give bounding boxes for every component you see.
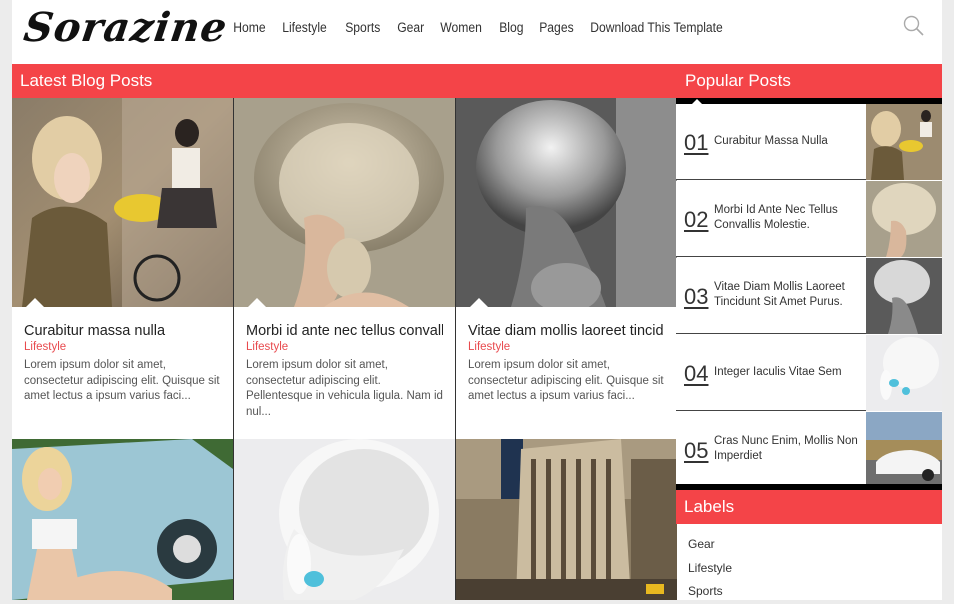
post-body: Morbi id ante nec tellus convalli… Lifes… [234, 307, 455, 439]
popular-thumbnail[interactable] [866, 181, 942, 257]
popular-title[interactable]: Cras Nunc Enim, Mollis Non Imperdiet [714, 434, 864, 464]
column-divider [455, 98, 456, 600]
card-notch [248, 298, 266, 307]
search-icon[interactable] [902, 14, 926, 38]
post-excerpt: Lorem ipsum dolor sit amet, consectetur … [24, 359, 220, 402]
nav-pages[interactable]: Pages [532, 18, 581, 38]
post-card[interactable] [12, 439, 233, 600]
post-title[interactable]: Vitae diam mollis laoreet tincid… [468, 322, 665, 340]
popular-item[interactable]: 04 Integer Iaculis Vitae Sem [676, 335, 942, 411]
post-body: Curabitur massa nulla Lifestyle Lorem ip… [12, 307, 233, 439]
post-card[interactable]: Vitae diam mollis laoreet tincid… Lifest… [456, 98, 677, 439]
post-excerpt: Lorem ipsum dolor sit amet, consectetur … [468, 359, 664, 402]
label-gear[interactable]: Gear [676, 533, 942, 557]
popular-title[interactable]: Morbi Id Ante Nec Tellus Convallis Moles… [714, 203, 864, 233]
popular-rank: 05 [684, 438, 709, 463]
popular-thumbnail[interactable] [866, 258, 942, 334]
popular-thumbnail[interactable] [866, 335, 942, 411]
post-image[interactable] [234, 98, 455, 307]
main-nav: Home Lifestyle Sports Gear Women Blog Pa… [226, 18, 744, 38]
popular-title[interactable]: Curabitur Massa Nulla [714, 134, 864, 149]
popular-thumbnail[interactable] [866, 104, 942, 180]
post-image[interactable] [456, 439, 677, 600]
site-logo[interactable]: Sorazine [20, 0, 231, 58]
label-lifestyle[interactable]: Lifestyle [676, 557, 942, 581]
labels-list: Gear Lifestyle Sports [676, 524, 942, 604]
post-card[interactable] [456, 439, 677, 600]
post-category[interactable]: Lifestyle [24, 340, 221, 355]
popular-item[interactable]: 02 Morbi Id Ante Nec Tellus Convallis Mo… [676, 181, 942, 257]
popular-item[interactable]: 03 Vitae Diam Mollis Laoreet Tincidunt S… [676, 258, 942, 334]
labels-heading: Labels [676, 490, 942, 524]
post-category[interactable]: Lifestyle [468, 340, 665, 355]
post-title[interactable]: Morbi id ante nec tellus convalli… [246, 322, 443, 340]
nav-blog[interactable]: Blog [492, 18, 531, 38]
post-card[interactable] [234, 439, 455, 600]
nav-women[interactable]: Women [433, 18, 489, 38]
column-divider [233, 98, 234, 600]
popular-title[interactable]: Integer Iaculis Vitae Sem [714, 365, 864, 380]
post-image[interactable] [12, 439, 233, 600]
popular-title[interactable]: Vitae Diam Mollis Laoreet Tincidunt Sit … [714, 280, 864, 310]
popular-posts-heading: Popular Posts [676, 64, 942, 98]
post-excerpt: Lorem ipsum dolor sit amet, consectetur … [246, 359, 443, 418]
card-notch [26, 298, 44, 307]
latest-posts-heading: Latest Blog Posts [12, 64, 676, 98]
post-card[interactable]: Curabitur massa nulla Lifestyle Lorem ip… [12, 98, 233, 439]
popular-rank: 01 [684, 130, 709, 155]
header: Sorazine Home Lifestyle Sports Gear Wome… [12, 0, 942, 64]
post-card[interactable]: Morbi id ante nec tellus convalli… Lifes… [234, 98, 455, 439]
post-image[interactable] [12, 98, 233, 307]
popular-rank: 02 [684, 207, 709, 232]
post-image[interactable] [234, 439, 455, 600]
popular-item[interactable]: 01 Curabitur Massa Nulla [676, 104, 942, 180]
page: Sorazine Home Lifestyle Sports Gear Wome… [12, 0, 942, 600]
post-title[interactable]: Curabitur massa nulla [24, 322, 221, 340]
post-body: Vitae diam mollis laoreet tincid… Lifest… [456, 307, 677, 439]
post-category[interactable]: Lifestyle [246, 340, 443, 355]
nav-gear[interactable]: Gear [390, 18, 431, 38]
popular-rank: 04 [684, 361, 709, 386]
nav-home[interactable]: Home [226, 18, 273, 38]
popular-item[interactable]: 05 Cras Nunc Enim, Mollis Non Imperdiet [676, 412, 942, 488]
nav-lifestyle[interactable]: Lifestyle [275, 18, 334, 38]
nav-sports[interactable]: Sports [338, 18, 388, 38]
popular-thumbnail[interactable] [866, 412, 942, 488]
popular-rank: 03 [684, 284, 709, 309]
nav-download-template[interactable]: Download This Template [583, 18, 730, 38]
card-notch [470, 298, 488, 307]
post-image[interactable] [456, 98, 677, 307]
